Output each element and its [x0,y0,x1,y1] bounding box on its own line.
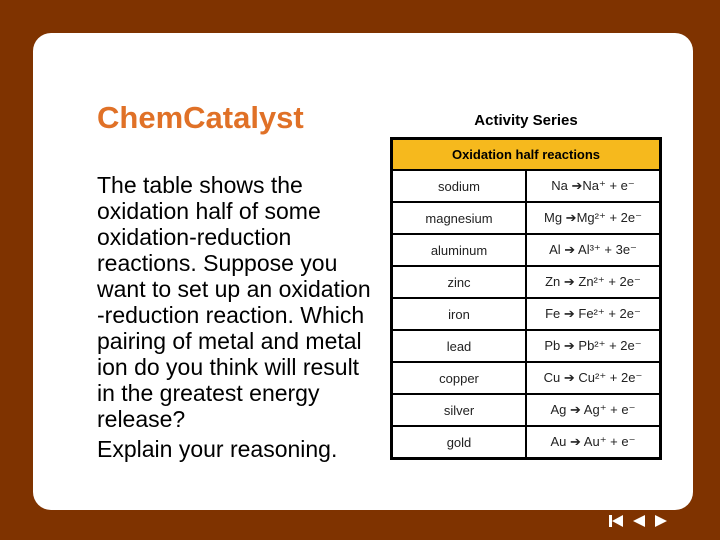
prompt-line: pairing of metal and metal [97,328,362,354]
prompt-question: The table shows the oxidation half of so… [97,172,397,432]
prompt-line: in the greatest energy [97,380,320,406]
metal-cell: magnesium [391,201,527,234]
prompt-line: want to set up an oxidation [97,276,371,302]
reaction-cell: Cu ➔ Cu²⁺ + 2e⁻ [526,361,661,394]
prompt-text: The table shows the oxidation half of so… [97,172,397,462]
metal-cell: aluminum [391,233,527,266]
metal-cell: zinc [391,265,527,298]
metal-cell: gold [391,425,527,459]
table-caption: Activity Series [474,112,578,129]
reaction-cell: Au ➔ Au⁺ + e⁻ [526,425,661,459]
first-slide-icon[interactable] [608,514,624,528]
reaction-cell: Na ➔Na⁺ + e⁻ [526,169,661,202]
reaction-cell: Mg ➔Mg²⁺ + 2e⁻ [526,201,661,234]
slide-title: ChemCatalyst [97,100,304,135]
metal-cell: silver [391,393,527,426]
table-row: iron Fe ➔ Fe²⁺ + 2e⁻ [391,297,661,330]
table-row: lead Pb ➔ Pb²⁺ + 2e⁻ [391,329,661,362]
activity-series-table: Oxidation half reactions sodium Na ➔Na⁺ … [390,137,662,460]
table-row: magnesium Mg ➔Mg²⁺ + 2e⁻ [391,201,661,234]
table-header-row: Oxidation half reactions [391,138,661,171]
table-row: gold Au ➔ Au⁺ + e⁻ [391,425,661,459]
prompt-line: reactions. Suppose you [97,250,338,276]
metal-cell: sodium [391,169,527,202]
table-header: Oxidation half reactions [391,138,661,171]
table-row: zinc Zn ➔ Zn²⁺ + 2e⁻ [391,265,661,298]
metal-cell: lead [391,329,527,362]
previous-slide-icon[interactable] [632,514,646,528]
table-row: aluminum Al ➔ Al³⁺ + 3e⁻ [391,233,661,266]
reaction-cell: Pb ➔ Pb²⁺ + 2e⁻ [526,329,661,362]
metal-cell: iron [391,297,527,330]
prompt-line: -reduction reaction. Which [97,302,365,328]
prompt-line: ion do you think will result [97,354,360,380]
next-slide-icon[interactable] [654,514,668,528]
prompt-line: oxidation-reduction [97,224,292,250]
table-row: sodium Na ➔Na⁺ + e⁻ [391,169,661,202]
prompt-explain: Explain your reasoning. [97,436,338,462]
reaction-cell: Fe ➔ Fe²⁺ + 2e⁻ [526,297,661,330]
prompt-line: The table shows the [97,172,303,198]
prompt-line: release? [97,406,186,432]
slide-navigation [608,514,668,528]
reaction-cell: Zn ➔ Zn²⁺ + 2e⁻ [526,265,661,298]
prompt-line: oxidation half of some [97,198,321,224]
table-row: copper Cu ➔ Cu²⁺ + 2e⁻ [391,361,661,394]
table-row: silver Ag ➔ Ag⁺ + e⁻ [391,393,661,426]
reaction-cell: Ag ➔ Ag⁺ + e⁻ [526,393,661,426]
metal-cell: copper [391,361,527,394]
reaction-cell: Al ➔ Al³⁺ + 3e⁻ [526,233,661,266]
